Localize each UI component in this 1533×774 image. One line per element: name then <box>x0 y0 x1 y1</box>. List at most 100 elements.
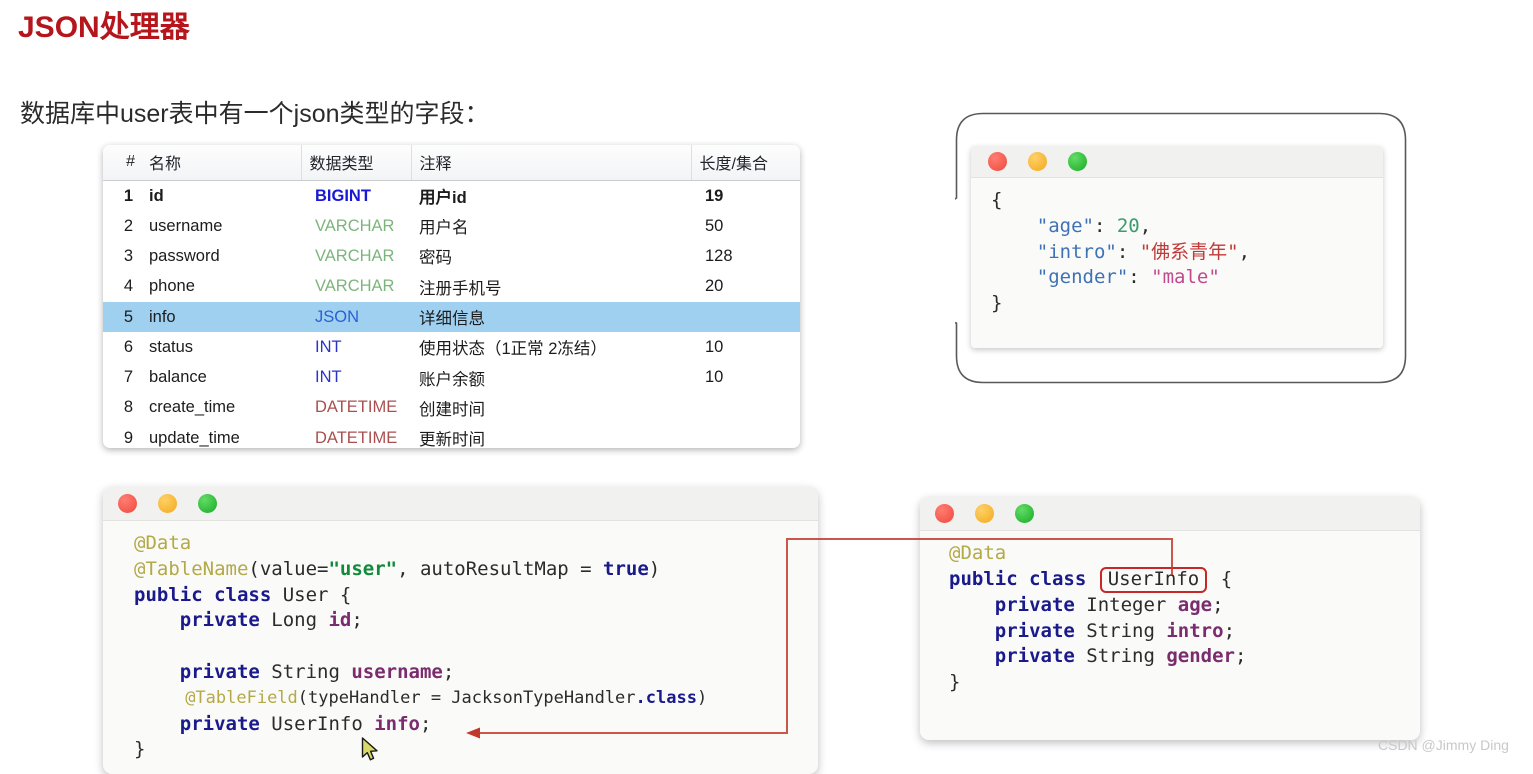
slide-canvas: JSON处理器 数据库中user表中有一个json类型的字段： # 名称 数据类… <box>0 0 1533 774</box>
table-row[interactable]: 8 create_time DATETIME 创建时间 <box>103 393 800 423</box>
cell-index: 9 <box>123 428 133 447</box>
maximize-dot[interactable] <box>198 494 217 513</box>
user-code-body[interactable]: @Data @TableName(value="user", autoResult… <box>103 521 818 763</box>
minimize-dot[interactable] <box>1028 152 1047 171</box>
minimize-dot[interactable] <box>158 494 177 513</box>
userinfo-class-highlight-box: UserInfo <box>1099 566 1208 593</box>
cell-length: 128 <box>705 246 733 265</box>
cell-name: id <box>149 186 164 205</box>
cell-index: 5 <box>103 301 141 333</box>
code-line: private Integer age; <box>994 593 1224 616</box>
code-line: private String intro; <box>994 619 1236 642</box>
minimize-dot[interactable] <box>975 504 994 523</box>
mouse-cursor-icon <box>361 737 378 761</box>
code-line: { <box>991 189 1003 211</box>
cell-name: balance <box>149 368 207 387</box>
code-line: } <box>991 292 1003 315</box>
schema-grid-body: 1 id BIGINT 用户id 19 2 username VARCHAR 用户名 50 3 pas… <box>103 181 800 448</box>
json-code-body[interactable]: { "age": 20, "intro": "佛系青年", "gender": … <box>971 178 1383 317</box>
type-label: INT <box>315 368 342 387</box>
cell-type: VARCHAR <box>301 272 411 302</box>
cell-length: 20 <box>705 277 724 296</box>
table-row[interactable]: 2 username VARCHAR 用户名 50 <box>103 211 800 241</box>
type-label: VARCHAR <box>315 216 395 235</box>
cell-index: 6 <box>123 337 133 356</box>
schema-grid: # 名称 数据类型 注释 长度/集合 1 id BIGINT 用户id 19 2 usern… <box>103 145 800 448</box>
cell-index: 3 <box>123 246 133 265</box>
code-line: @TableName(value="user", autoResultMap =… <box>134 557 661 580</box>
cell-type: INT <box>301 362 411 392</box>
window-titlebar <box>103 487 818 521</box>
type-label: VARCHAR <box>315 277 395 296</box>
code-line: public class User { <box>134 583 352 606</box>
cell-name: info <box>141 301 301 333</box>
cell-comment: 创建时间 <box>419 400 485 419</box>
close-dot[interactable] <box>935 504 954 523</box>
code-line: } <box>949 671 961 694</box>
cell-comment: 用户名 <box>419 219 469 238</box>
userinfo-entity-code-window[interactable]: @Data public class UserInfo { private Int… <box>920 497 1420 740</box>
cell-type: BIGINT <box>301 181 411 212</box>
user-entity-code-window[interactable]: @Data @TableName(value="user", autoResult… <box>103 487 818 774</box>
json-value-callout: { "age": 20, "intro": "佛系青年", "gender": … <box>955 112 1407 384</box>
code-line: "gender": "male" <box>1036 266 1220 289</box>
cell-length <box>691 393 800 423</box>
cell-name: phone <box>149 277 195 296</box>
subtitle-text: 数据库中user表中有一个json类型的字段： <box>20 100 490 128</box>
watermark-text: CSDN @Jimmy Ding <box>1378 737 1509 753</box>
column-header-type[interactable]: 数据类型 <box>300 145 411 181</box>
cell-type: VARCHAR <box>301 241 411 271</box>
code-line: "intro": "佛系青年", <box>1036 240 1251 263</box>
column-header-comment[interactable]: 注释 <box>410 145 691 181</box>
close-dot[interactable] <box>988 152 1007 171</box>
code-line: private UserInfo info; <box>179 712 432 735</box>
code-line: private String username; <box>179 660 455 683</box>
cell-length <box>691 423 800 448</box>
table-row[interactable]: 6 status INT 使用状态（1正常 2冻结） 10 <box>103 332 800 362</box>
cell-length: 19 <box>705 186 724 205</box>
cell-comment: 更新时间 <box>419 431 485 448</box>
cell-comment: 账户余额 <box>419 370 485 389</box>
table-row[interactable]: 1 id BIGINT 用户id 19 <box>103 181 800 212</box>
json-code-window: { "age": 20, "intro": "佛系青年", "gender": … <box>971 146 1383 348</box>
table-row[interactable]: 9 update_time DATETIME 更新时间 <box>103 423 800 448</box>
code-line: @TableField(typeHandler = JacksonTypeHan… <box>185 687 708 708</box>
cell-type: JSON <box>301 301 411 333</box>
cell-type: DATETIME <box>301 393 411 423</box>
cell-length: 10 <box>705 368 724 387</box>
type-label: DATETIME <box>315 428 398 447</box>
cell-comment: 详细信息 <box>411 301 691 333</box>
page-title: JSON处理器 <box>18 11 190 44</box>
cell-comment: 使用状态（1正常 2冻结） <box>419 340 607 359</box>
code-line: private Long id; <box>179 609 363 632</box>
cell-length <box>691 301 800 333</box>
table-row[interactable]: 3 password VARCHAR 密码 128 <box>103 241 800 271</box>
code-line: } <box>134 738 146 761</box>
maximize-dot[interactable] <box>1015 504 1034 523</box>
column-header-index[interactable]: # <box>103 145 141 181</box>
maximize-dot[interactable] <box>1068 152 1087 171</box>
code-line: @Data <box>949 542 1007 564</box>
table-row[interactable]: 5 info JSON 详细信息 <box>103 301 800 333</box>
column-header-length[interactable]: 长度/集合 <box>690 145 800 181</box>
code-line: public class UserInfo { <box>949 566 1420 593</box>
cell-name: create_time <box>149 398 236 417</box>
cell-length: 50 <box>705 216 724 235</box>
code-line: @Data <box>134 532 192 554</box>
userinfo-code-body[interactable]: @Data public class UserInfo { private Int… <box>920 531 1420 696</box>
window-titlebar <box>920 497 1420 531</box>
cell-name: password <box>149 246 220 265</box>
close-dot[interactable] <box>118 494 137 513</box>
cell-name: status <box>149 337 194 356</box>
cell-comment: 密码 <box>419 249 452 268</box>
cell-comment: 注册手机号 <box>419 279 502 298</box>
type-label: DATETIME <box>315 398 398 417</box>
type-label: INT <box>315 337 342 356</box>
column-header-name[interactable]: 名称 <box>141 145 301 181</box>
database-schema-table[interactable]: # 名称 数据类型 注释 长度/集合 1 id BIGINT 用户id 19 2 usern… <box>103 145 800 448</box>
table-row[interactable]: 7 balance INT 账户余额 10 <box>103 362 800 392</box>
table-header-row: # 名称 数据类型 注释 长度/集合 <box>103 145 800 181</box>
table-row[interactable]: 4 phone VARCHAR 注册手机号 20 <box>103 272 800 302</box>
cell-type: VARCHAR <box>301 211 411 241</box>
